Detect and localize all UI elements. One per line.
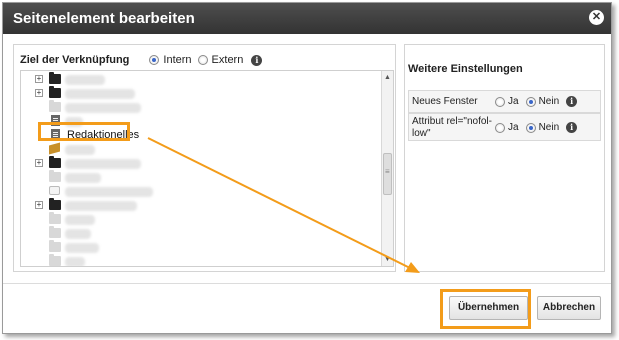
further-settings-panel: Weitere Einstellungen Neues Fenster Ja N…: [404, 44, 605, 272]
setting-label: Neues Fenster: [412, 96, 478, 107]
radio-nein[interactable]: [525, 96, 536, 107]
radio-nein-label: Nein: [538, 122, 560, 133]
radio-ja-label: Ja: [508, 96, 519, 107]
radio-extern[interactable]: [197, 55, 208, 65]
scroll-thumb[interactable]: [383, 153, 392, 195]
folder-icon: [49, 156, 61, 168]
radio-intern[interactable]: [149, 55, 160, 65]
setting-options: Ja Nein i: [495, 96, 578, 107]
link-target-panel: Ziel der Verknüpfung Intern Extern i + +: [13, 44, 396, 272]
scroll-down-icon[interactable]: ▼: [382, 254, 393, 265]
radio-ja[interactable]: [495, 96, 505, 107]
radio-ja[interactable]: [495, 122, 505, 133]
tree-node[interactable]: [21, 170, 381, 184]
setting-new-window: Neues Fenster Ja Nein i: [408, 90, 601, 113]
tree-scrollbar[interactable]: ▲ ▼: [381, 71, 393, 266]
setting-label-line2: low": [412, 128, 431, 139]
setting-nofollow: Attribut rel="nofol- low" Ja Nein i: [408, 113, 601, 141]
tree-node-highlight: [38, 122, 130, 141]
blurred-label: [65, 187, 153, 197]
expand-icon[interactable]: +: [35, 201, 43, 209]
book-icon: [49, 142, 60, 155]
radio-intern-label: Intern: [163, 54, 192, 66]
radio-nein-label: Nein: [538, 96, 560, 107]
submit-button-highlight: [440, 289, 531, 329]
page-tree[interactable]: + + Redaktionelles + + ▲ ≡ ▼: [20, 70, 394, 267]
dialog-title: Seitenelement bearbeiten: [13, 10, 195, 27]
expand-icon[interactable]: +: [35, 159, 43, 167]
blurred-label: [65, 103, 141, 113]
scroll-up-icon[interactable]: ▲: [382, 72, 393, 83]
blurred-label: [65, 89, 135, 99]
blurred-label: [65, 173, 101, 183]
footer-divider: [3, 283, 611, 284]
tree-node[interactable]: [21, 142, 381, 156]
blurred-label: [65, 75, 105, 85]
folder-icon: [49, 226, 61, 238]
expand-icon[interactable]: +: [35, 89, 43, 97]
info-icon[interactable]: i: [566, 122, 578, 133]
blurred-label: [65, 201, 137, 211]
folder-icon: [49, 72, 61, 84]
folder-icon: [49, 212, 61, 224]
blurred-label: [65, 159, 141, 169]
folder-icon: [49, 240, 61, 252]
link-target-label: Ziel der Verknüpfung: [20, 54, 130, 66]
link-target-header: Ziel der Verknüpfung Intern Extern i: [20, 54, 263, 66]
folder-icon: [49, 198, 61, 210]
setting-label: Attribut rel="nofol- low": [412, 116, 492, 140]
radio-extern-label: Extern: [211, 54, 244, 66]
folder-icon: [49, 86, 61, 98]
expand-icon[interactable]: +: [35, 75, 43, 83]
tree-node[interactable]: [21, 226, 381, 240]
tree-node[interactable]: [21, 100, 381, 114]
folder-icon: [49, 254, 61, 266]
tree-node[interactable]: +: [21, 156, 381, 170]
folder-icon: [49, 100, 61, 112]
tree-node[interactable]: [21, 212, 381, 226]
blurred-label: [65, 257, 85, 266]
settings-title: Weitere Einstellungen: [408, 63, 523, 75]
radio-nein[interactable]: [525, 122, 536, 133]
tree-node[interactable]: +: [21, 198, 381, 212]
blurred-label: [65, 215, 95, 225]
setting-options: Ja Nein i: [495, 122, 578, 133]
page-icon: [49, 186, 60, 195]
blurred-label: [65, 243, 99, 253]
close-icon[interactable]: ✕: [589, 10, 604, 25]
setting-label-line1: Attribut rel="nofol-: [412, 116, 492, 127]
cancel-button[interactable]: Abbrechen: [537, 296, 601, 320]
info-icon[interactable]: i: [251, 54, 263, 66]
blurred-label: [65, 229, 91, 239]
tree-node[interactable]: [21, 254, 381, 266]
edit-page-element-dialog: Seitenelement bearbeiten ✕ Ziel der Verk…: [2, 2, 612, 334]
info-icon[interactable]: i: [566, 96, 578, 107]
tree-node[interactable]: +: [21, 86, 381, 100]
radio-ja-label: Ja: [508, 122, 519, 133]
tree-node[interactable]: [21, 240, 381, 254]
tree-node[interactable]: +: [21, 72, 381, 86]
tree-node[interactable]: [21, 185, 381, 198]
dialog-titlebar: Seitenelement bearbeiten ✕: [3, 3, 611, 34]
blurred-label: [65, 145, 95, 155]
folder-icon: [49, 170, 61, 182]
